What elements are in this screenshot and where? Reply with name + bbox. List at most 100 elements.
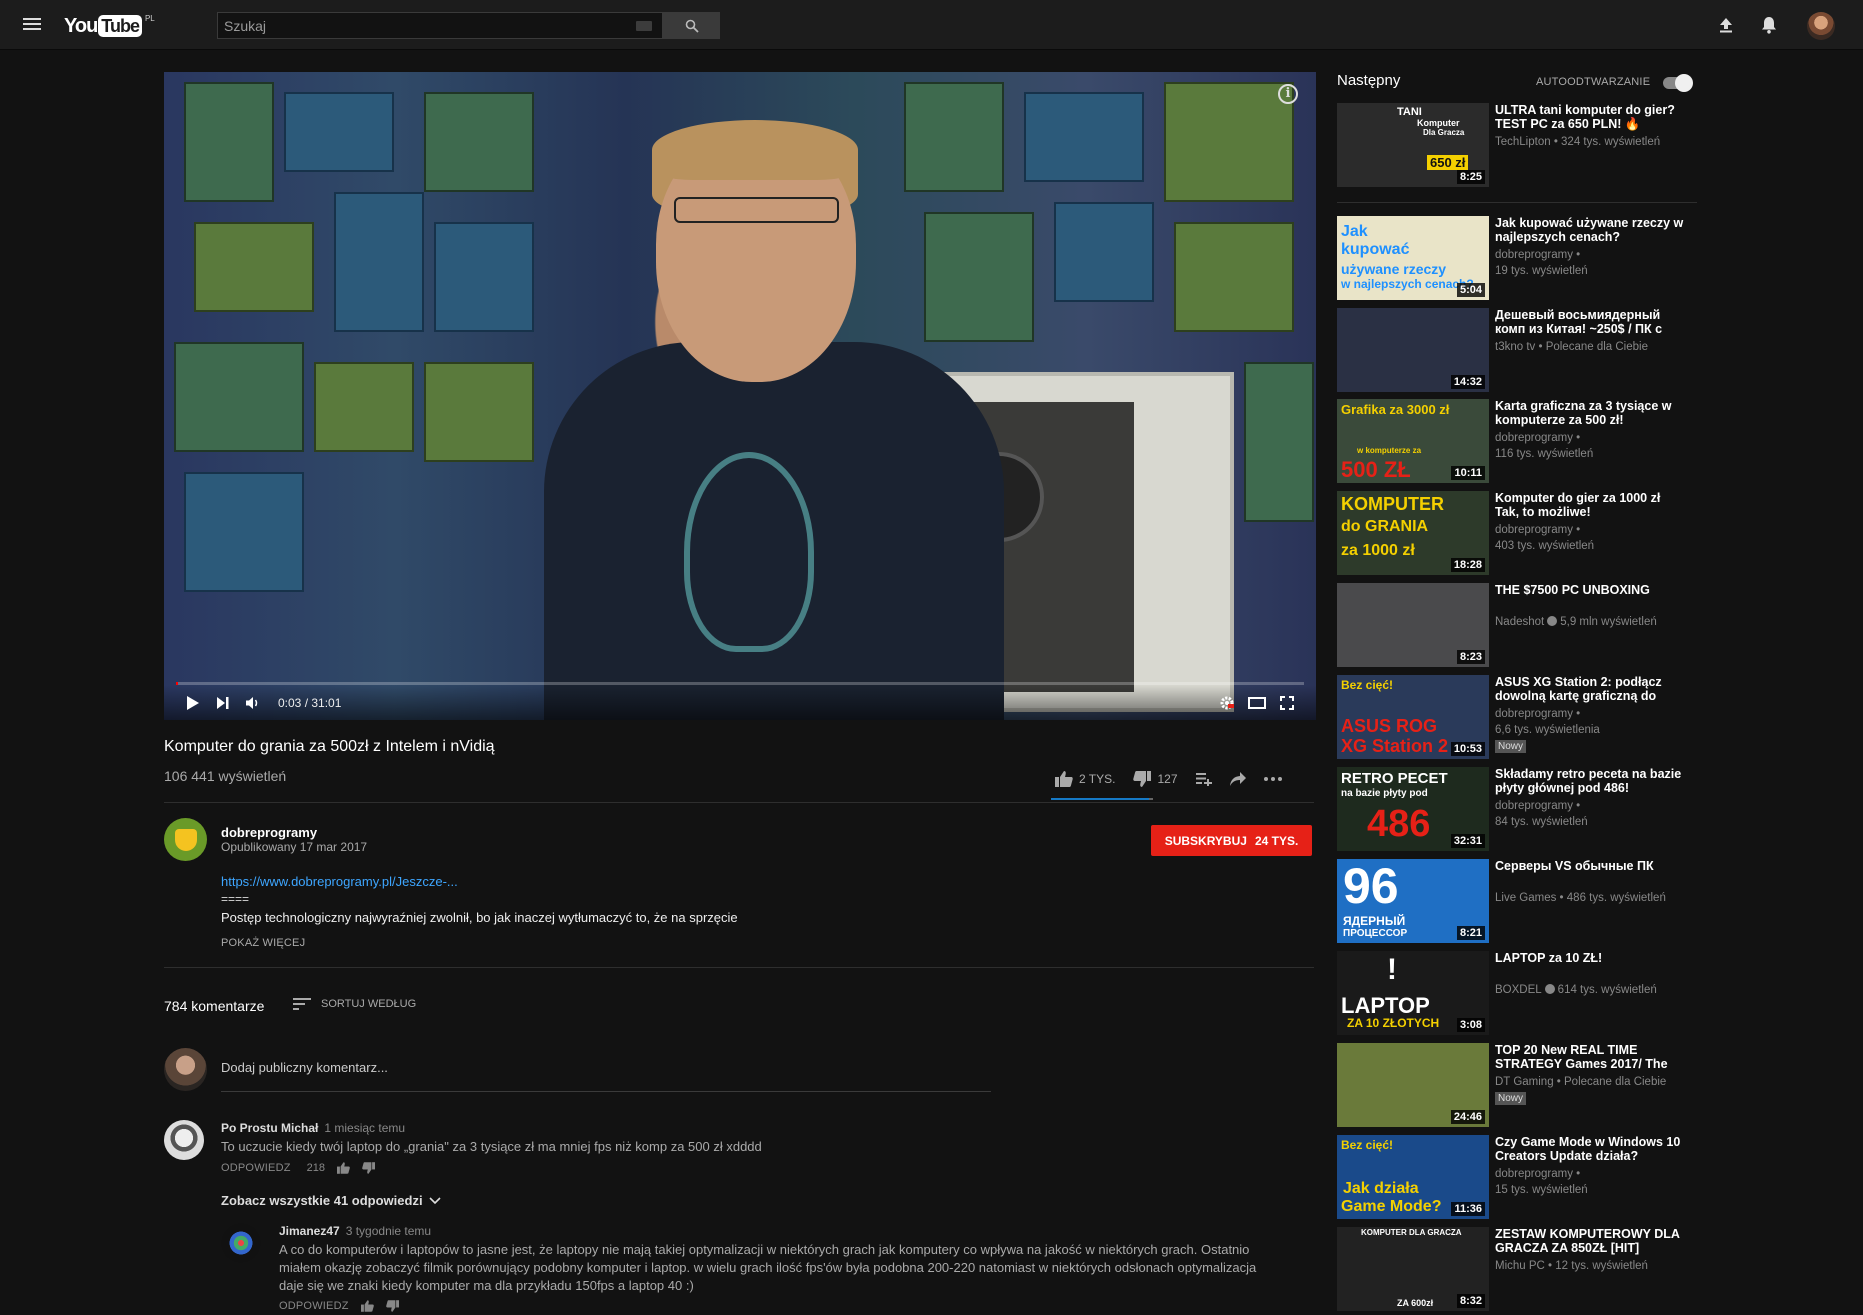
recommended-video[interactable]: RETRO PECET na bazie płyty pod 486 32:31 Skł… <box>1337 767 1697 851</box>
youtube-logo[interactable]: You Tube PL <box>64 14 155 38</box>
video-actions: 2 TYS. 127 <box>1055 768 1300 790</box>
add-comment-input[interactable]: Dodaj publiczny komentarz... <box>221 1060 991 1092</box>
comment-time[interactable]: 1 miesiąc temu <box>324 1121 405 1135</box>
reply-time[interactable]: 3 tygodnie temu <box>346 1224 431 1238</box>
recommended-video[interactable]: Grafika za 3000 zł w komputerze za 500 ZŁ 1… <box>1337 399 1697 483</box>
share-button[interactable] <box>1229 772 1246 786</box>
thumbs-down-icon <box>1133 771 1152 787</box>
menu-icon[interactable] <box>22 15 42 35</box>
recommended-video[interactable]: Bez cięć! Jak działa Game Mode? 11:36 Czy Ga… <box>1337 1135 1697 1219</box>
recommended-video-title[interactable]: Серверы VS обычные ПК <box>1495 859 1685 873</box>
reply-author[interactable]: Jimanez47 3 tygodnie temu <box>279 1224 431 1238</box>
commenter-avatar[interactable] <box>164 1120 204 1160</box>
add-to-playlist-button[interactable] <box>1195 772 1212 786</box>
dislike-button[interactable]: 127 <box>1133 771 1178 787</box>
video-thumbnail[interactable]: Grafika za 3000 zł w komputerze za 500 ZŁ 1… <box>1337 399 1489 483</box>
video-player[interactable]: i 0:03 / 31:01 <box>164 72 1316 720</box>
show-more-button[interactable]: POKAŻ WIĘCEJ <box>221 937 305 949</box>
upload-icon[interactable] <box>1714 13 1738 37</box>
video-thumbnail[interactable]: RETRO PECET na bazie płyty pod 486 32:31 <box>1337 767 1489 851</box>
search-input[interactable] <box>218 13 618 38</box>
recommended-video-title[interactable]: THE $7500 PC UNBOXING <box>1495 583 1685 597</box>
video-thumbnail[interactable]: ! LAPTOP ZA 10 ZŁOTYCH 3:08 <box>1337 951 1489 1035</box>
comment-author[interactable]: Po Prostu Michał 1 miesiąc temu <box>221 1121 405 1135</box>
recommended-views: 84 tys. wyświetleń <box>1495 816 1588 828</box>
recommended-video[interactable]: 24:46 TOP 20 New REAL TIME STRATEGY Games… <box>1337 1043 1697 1127</box>
info-icon[interactable]: i <box>1278 84 1298 104</box>
account-avatar[interactable] <box>1807 12 1835 40</box>
play-icon[interactable] <box>178 688 208 718</box>
video-thumbnail[interactable]: Bez cięć! Jak działa Game Mode? 11:36 <box>1337 1135 1489 1219</box>
reply-author-avatar[interactable] <box>221 1223 261 1263</box>
video-thumbnail[interactable]: KOMPUTER DLA GRACZA ZA 600zł 8:32 <box>1337 1227 1489 1311</box>
sort-comments-button[interactable]: SORTUJ WEDŁUG <box>293 998 416 1010</box>
video-thumbnail[interactable]: 24:46 <box>1337 1043 1489 1127</box>
volume-icon[interactable] <box>238 688 268 718</box>
recommended-channel: DT Gaming • Polecane dla Ciebie <box>1495 1076 1667 1088</box>
recommended-views: 5,9 mln wyświetleń <box>1560 616 1657 628</box>
recommended-video[interactable]: 14:32 Дешевый восьмиядерный комп из Китая… <box>1337 308 1697 392</box>
recommended-video-title[interactable]: Дешевый восьмиядерный комп из Китая! ~25… <box>1495 308 1685 336</box>
recommended-video-title[interactable]: Jak kupować używane rzeczy w najlepszych… <box>1495 216 1685 244</box>
recommended-video-title[interactable]: TOP 20 New REAL TIME STRATEGY Games 2017… <box>1495 1043 1685 1071</box>
description-text: Postęp technologiczny najwyraźniej zwoln… <box>221 910 738 925</box>
thumbnail-caption: KOMPUTER <box>1341 494 1444 514</box>
channel-avatar[interactable] <box>164 818 207 861</box>
recommended-video[interactable]: KOMPUTER DLA GRACZA ZA 600zł 8:32 ZESTAW KO… <box>1337 1227 1697 1311</box>
channel-name[interactable]: dobreprogramy <box>221 825 317 840</box>
description-separator: ==== <box>221 892 250 906</box>
video-duration: 8:25 <box>1456 170 1485 184</box>
recommended-video-title[interactable]: Czy Game Mode w Windows 10 Creators Upda… <box>1495 1135 1685 1163</box>
notifications-bell-icon[interactable] <box>1757 13 1781 37</box>
autoplay-toggle[interactable] <box>1661 74 1693 92</box>
comment-thumbs-up-icon[interactable] <box>337 1162 350 1174</box>
comment-count: 784 komentarze <box>164 998 265 1014</box>
recommended-video-title[interactable]: ZESTAW KOMPUTEROWY DLA GRACZA ZA 850ZŁ [… <box>1495 1227 1685 1255</box>
search-button[interactable] <box>663 12 720 39</box>
player-controls: 0:03 / 31:01 <box>164 685 1316 720</box>
recommended-video-title[interactable]: Składamy retro peceta na bazie płyty głó… <box>1495 767 1685 795</box>
video-thumbnail[interactable]: Jak kupować używane rzeczy w najlepszych ce… <box>1337 216 1489 300</box>
comment-thumbs-down-icon[interactable] <box>362 1162 375 1174</box>
video-thumbnail[interactable]: 96 ЯДЕРНЫЙ ПРОЦЕССОР 8:21 <box>1337 859 1489 943</box>
reply-thumbs-down-icon[interactable] <box>385 1300 399 1312</box>
recommended-video[interactable]: 8:23 THE $7500 PC UNBOXING Nadeshot 5,9 mln… <box>1337 583 1697 667</box>
video-thumbnail[interactable]: Bez cięć! ASUS ROG XG Station 2 10:53 <box>1337 675 1489 759</box>
reply-thumbs-up-icon[interactable] <box>360 1300 374 1312</box>
recommended-video-title[interactable]: ULTRA tani komputer do gier? TEST PC za … <box>1495 103 1685 131</box>
view-replies-button[interactable]: Zobacz wszystkie 41 odpowiedzi <box>221 1193 441 1208</box>
keyboard-icon[interactable] <box>636 21 652 31</box>
new-badge: Nowy <box>1495 740 1527 753</box>
video-thumbnail[interactable]: 14:32 <box>1337 308 1489 392</box>
recommended-channel: TechLipton • 324 tys. wyświetleń <box>1495 136 1661 148</box>
like-button[interactable]: 2 TYS. <box>1055 771 1115 787</box>
recommended-video[interactable]: Jak kupować używane rzeczy w najlepszych ce… <box>1337 216 1697 300</box>
recommended-video-title[interactable]: LAPTOP za 10 ZŁ! <box>1495 951 1685 965</box>
theater-mode-icon[interactable] <box>1242 688 1272 718</box>
recommended-video[interactable]: TANI Komputer Dla Gracza 650 zł 8:25 ULTRA ta… <box>1337 103 1697 187</box>
video-thumbnail[interactable]: 8:23 <box>1337 583 1489 667</box>
recommended-video-title[interactable]: Karta graficzna za 3 tysiące w komputerz… <box>1495 399 1685 427</box>
recommended-views: 6,6 tys. wyświetlenia <box>1495 724 1600 736</box>
recommended-channel: Live Games • 486 tys. wyświetleń <box>1495 892 1666 904</box>
view-replies-label: Zobacz wszystkie 41 odpowiedzi <box>221 1193 423 1208</box>
recommended-video[interactable]: KOMPUTER do GRANIA za 1000 zł 18:28 Komputer… <box>1337 491 1697 575</box>
settings-gear-icon[interactable] <box>1212 688 1242 718</box>
recommended-video[interactable]: ! LAPTOP ZA 10 ZŁOTYCH 3:08 LAPTOP za 10 ZŁ!… <box>1337 951 1697 1035</box>
reply-button[interactable]: ODPOWIEDZ <box>221 1162 291 1174</box>
recommended-video[interactable]: 96 ЯДЕРНЫЙ ПРОЦЕССОР 8:21 Серверы VS обычные… <box>1337 859 1697 943</box>
subscribe-button[interactable]: SUBSKRYBUJ 24 TYS. <box>1151 825 1312 856</box>
thumbnail-caption: RETRO PECET <box>1341 770 1448 787</box>
video-thumbnail[interactable]: TANI Komputer Dla Gracza 650 zł 8:25 <box>1337 103 1489 187</box>
sort-icon <box>293 998 311 1010</box>
more-actions-button[interactable] <box>1263 777 1282 781</box>
logo-country: PL <box>144 14 155 23</box>
next-icon[interactable] <box>208 688 238 718</box>
recommended-video-title[interactable]: Komputer do gier za 1000 zł Tak, to możl… <box>1495 491 1685 519</box>
video-thumbnail[interactable]: KOMPUTER do GRANIA za 1000 zł 18:28 <box>1337 491 1489 575</box>
description-link[interactable]: https://www.dobreprogramy.pl/Jeszcze-... <box>221 874 458 889</box>
recommended-video[interactable]: Bez cięć! ASUS ROG XG Station 2 10:53 ASUS X… <box>1337 675 1697 759</box>
fullscreen-icon[interactable] <box>1272 688 1302 718</box>
recommended-video-title[interactable]: ASUS XG Station 2: podłącz dowolną kartę… <box>1495 675 1685 703</box>
reply-button[interactable]: ODPOWIEDZ <box>279 1300 349 1312</box>
